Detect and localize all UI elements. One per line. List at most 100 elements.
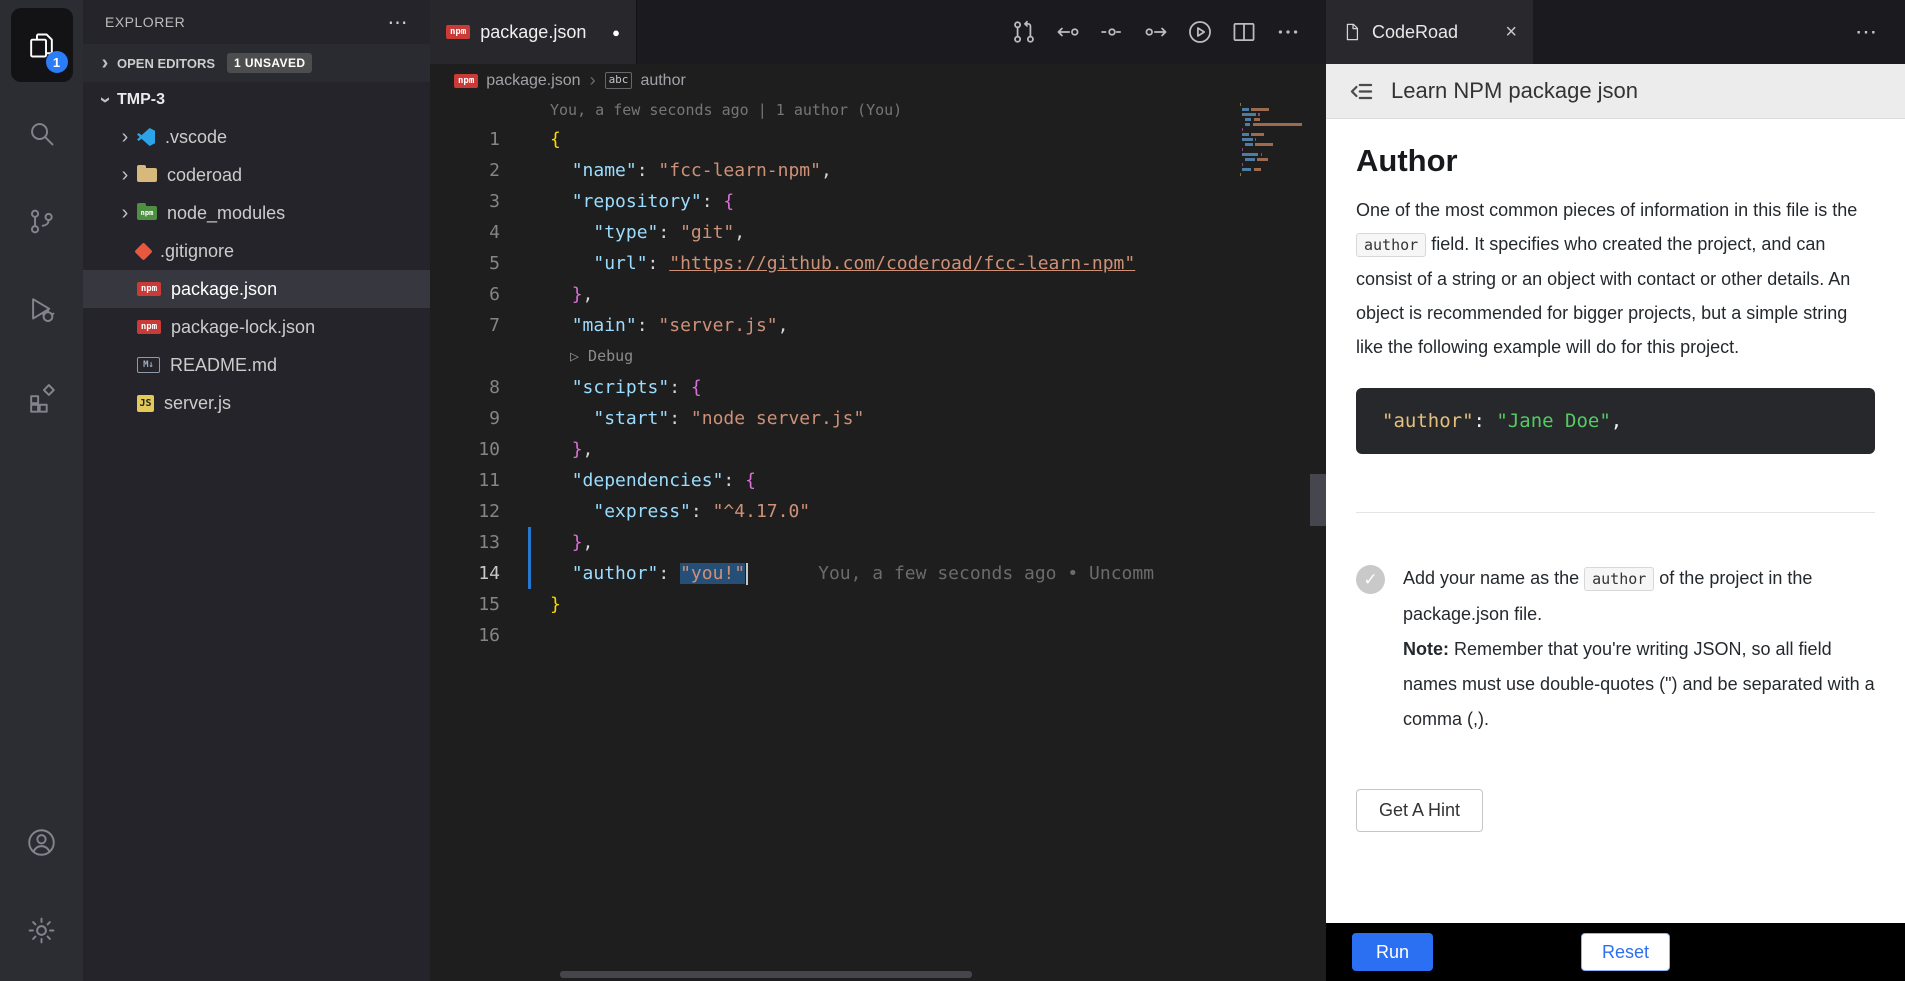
horizontal-scrollbar[interactable] (560, 971, 972, 978)
code-line-10[interactable]: 10 }, (430, 434, 1326, 465)
code-line-7[interactable]: 7 "main": "server.js", (430, 310, 1326, 341)
editor-group: npm package.json ● npm package.json › ab… (430, 0, 1326, 981)
panel-more-actions-icon[interactable]: ⋯ (1855, 19, 1905, 45)
activity-run-debug-icon[interactable] (11, 272, 73, 346)
activity-account-icon[interactable] (11, 805, 73, 879)
code-line-12[interactable]: 12 "express": "^4.17.0" (430, 496, 1326, 527)
file-label: coderoad (167, 165, 242, 186)
line-number: 15 (430, 589, 528, 620)
code-line-5[interactable]: 5 "url": "https://github.com/coderoad/fc… (430, 248, 1326, 279)
pull-request-icon[interactable] (1010, 18, 1038, 46)
activity-bar: 1 (0, 0, 83, 981)
activity-explorer-icon[interactable]: 1 (11, 8, 73, 82)
code-line-9[interactable]: 9 "start": "node server.js" (430, 403, 1326, 434)
code-line-14[interactable]: 14 "author": "you!"You, a few seconds ag… (430, 558, 1326, 589)
npm-icon: npm (454, 74, 478, 88)
folder-item-.vscode[interactable]: ›.vscode (83, 118, 430, 156)
inline-code-author: author (1356, 233, 1426, 257)
tab-coderoad[interactable]: CodeRoad × (1326, 0, 1533, 64)
explorer-sidebar: EXPLORER ⋯ › OPEN EDITORS 1 UNSAVED › TM… (83, 0, 430, 981)
file-item-server.js[interactable]: JSserver.js (83, 384, 430, 422)
line-number: 10 (430, 434, 528, 465)
back-to-list-icon[interactable] (1348, 78, 1375, 105)
line-number: 1 (430, 124, 528, 155)
breadcrumb-file[interactable]: npm package.json (454, 72, 581, 90)
explorer-title: EXPLORER (105, 14, 185, 30)
npm-icon: npm (446, 25, 470, 39)
run-button[interactable]: Run (1352, 933, 1433, 971)
split-editor-icon[interactable] (1230, 18, 1258, 46)
activity-source-control-icon[interactable] (11, 184, 73, 258)
line-number: 7 (430, 310, 528, 341)
code-line-13[interactable]: 13 }, (430, 527, 1326, 558)
code-line-1[interactable]: 1{ (430, 124, 1326, 155)
workspace-name: TMP-3 (117, 91, 165, 109)
file-label: package-lock.json (171, 317, 315, 338)
npm-icon: npm (137, 282, 161, 296)
code-line-6[interactable]: 6 }, (430, 279, 1326, 310)
lesson-heading: Author (1356, 143, 1875, 179)
chevron-down-icon: › (95, 97, 115, 104)
tab-package-json[interactable]: npm package.json ● (430, 0, 637, 64)
activity-search-icon[interactable] (11, 96, 73, 170)
line-number: 4 (430, 217, 528, 248)
line-number: 14 (430, 558, 528, 589)
line-number: 2 (430, 155, 528, 186)
code-line-2[interactable]: 2 "name": "fcc-learn-npm", (430, 155, 1326, 186)
close-icon[interactable]: × (1505, 21, 1517, 44)
coderoad-webview: Learn NPM package json Author One of the… (1326, 64, 1905, 981)
breadcrumb-symbol[interactable]: abc author (605, 72, 686, 90)
code-line-8[interactable]: 8 "scripts": { (430, 372, 1326, 403)
code-line-11[interactable]: 11 "dependencies": { (430, 465, 1326, 496)
step-marker-icon[interactable] (1098, 18, 1126, 46)
scrollbar-thumb[interactable] (1310, 474, 1326, 526)
example-code-block: "author": "Jane Doe", (1356, 388, 1875, 454)
code-line-15[interactable]: 15} (430, 589, 1326, 620)
open-editors-row[interactable]: › OPEN EDITORS 1 UNSAVED (83, 44, 430, 82)
code-line-3[interactable]: 3 "repository": { (430, 186, 1326, 217)
codelens-debug[interactable]: ▷ Debug (430, 341, 1326, 372)
dirty-indicator-icon[interactable]: ● (612, 25, 620, 40)
tab-label: package.json (480, 22, 586, 43)
activity-bar-bottom (11, 805, 73, 981)
code-editor[interactable]: You, a few seconds ago | 1 author (You)1… (430, 97, 1326, 981)
unsaved-badge: 1 UNSAVED (227, 53, 312, 73)
workspace-section-header[interactable]: › TMP-3 (83, 82, 430, 118)
folder-item-node_modules[interactable]: ›npmnode_modules (83, 194, 430, 232)
breadcrumb-separator-icon: › (590, 70, 596, 91)
line-number: 8 (430, 372, 528, 403)
explorer-badge: 1 (46, 51, 68, 73)
nav-back-icon[interactable] (1054, 18, 1082, 46)
file-label: README.md (170, 355, 277, 376)
vscode-window: 1 EXPLORER ⋯ › OPEN EDITORS 1 UNSAVED › … (0, 0, 1905, 981)
task-check-icon: ✓ (1356, 565, 1385, 594)
lesson-content: Author One of the most common pieces of … (1326, 119, 1905, 923)
nav-forward-icon[interactable] (1142, 18, 1170, 46)
folder-npm-icon: npm (137, 206, 157, 220)
get-hint-button[interactable]: Get A Hint (1356, 789, 1483, 832)
reset-button[interactable]: Reset (1581, 933, 1670, 971)
explorer-tree: ›.vscode›coderoad›npmnode_modules.gitign… (83, 118, 430, 981)
chevron-right-icon: › (93, 53, 117, 73)
file-item-.gitignore[interactable]: .gitignore (83, 232, 430, 270)
more-actions-icon[interactable] (1274, 18, 1302, 46)
run-circle-icon[interactable] (1186, 18, 1214, 46)
activity-bar-top: 1 (11, 8, 73, 448)
folder-item-coderoad[interactable]: ›coderoad (83, 156, 430, 194)
explorer-more-actions-icon[interactable]: ⋯ (388, 10, 409, 35)
line-number: 6 (430, 279, 528, 310)
coderoad-tab-label: CodeRoad (1372, 22, 1458, 43)
line-number: 9 (430, 403, 528, 434)
editor-tab-bar: npm package.json ● (430, 0, 1326, 64)
file-item-package-lock.json[interactable]: npmpackage-lock.json (83, 308, 430, 346)
editor-actions (1010, 0, 1326, 64)
js-icon: JS (137, 395, 154, 412)
code-line-16[interactable]: 16 (430, 620, 1326, 651)
md-icon: M↓ (137, 357, 160, 373)
file-item-README.md[interactable]: M↓ README.md (83, 346, 430, 384)
activity-settings-icon[interactable] (11, 893, 73, 967)
file-item-package.json[interactable]: npmpackage.json (83, 270, 430, 308)
code-line-4[interactable]: 4 "type": "git", (430, 217, 1326, 248)
activity-extensions-icon[interactable] (11, 360, 73, 434)
minimap[interactable] (1240, 103, 1312, 181)
